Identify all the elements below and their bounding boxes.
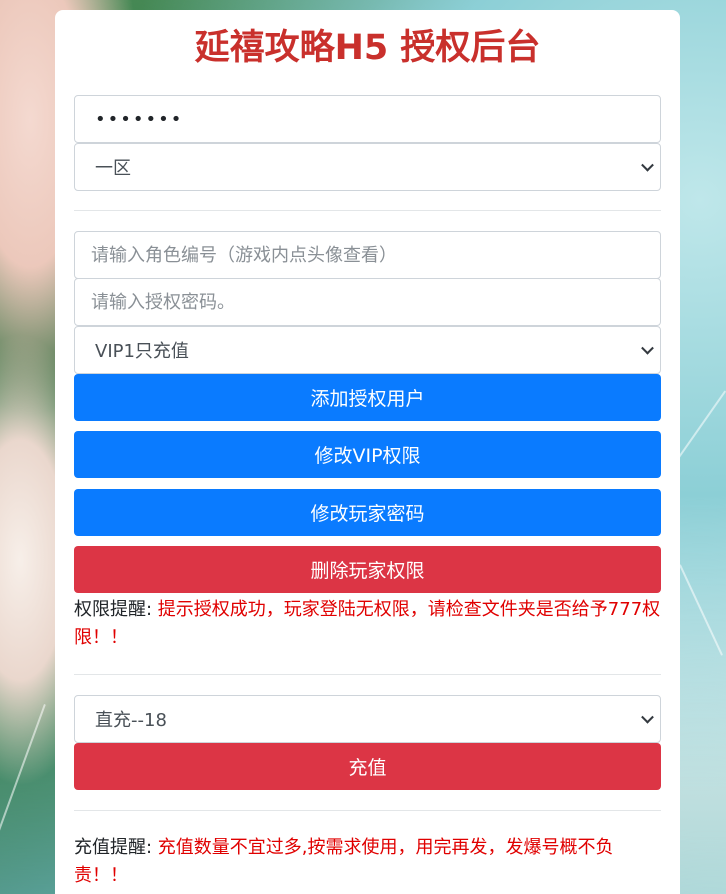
divider [74,210,661,211]
vip-level-select[interactable]: VIP1只充值 [74,326,661,374]
modify-vip-button[interactable]: 修改VIP权限 [74,431,661,478]
recharge-notice-label: 充值提醒: [74,837,158,858]
chevron-down-icon [641,710,654,724]
background-decoration [678,564,724,656]
auth-notice: 权限提醒: 提示授权成功，玩家登陆无权限，请检查文件夹是否给予777权限！！ [74,596,661,652]
role-id-input[interactable] [74,231,661,279]
recharge-amount-select-value: 直充--18 [95,710,167,731]
chevron-down-icon [641,158,654,172]
background-decoration [0,703,46,837]
password-dots: ••••••• [95,108,184,130]
auth-password-input[interactable] [74,278,661,326]
divider [74,810,661,811]
page-title: 延禧攻略H5 授权后台 [194,28,541,68]
recharge-button[interactable]: 充值 [74,743,661,790]
recharge-notice: 充值提醒: 充值数量不宜过多,按需求使用，用完再发，发爆号概不负责！！ [74,834,661,890]
chevron-down-icon [641,341,654,355]
vip-level-select-value: VIP1只充值 [95,341,189,362]
auth-password-input-field[interactable] [91,279,640,325]
admin-password-field[interactable]: ••••••• [74,95,661,143]
modify-player-password-button[interactable]: 修改玩家密码 [74,489,661,536]
add-auth-user-button[interactable]: 添加授权用户 [74,374,661,421]
server-select[interactable]: 一区 [74,143,661,191]
server-select-value: 一区 [95,158,131,179]
delete-player-auth-button[interactable]: 删除玩家权限 [74,546,661,593]
auth-notice-label: 权限提醒: [74,599,158,620]
admin-panel-card: 延禧攻略H5 授权后台 ••••••• 一区 VIP1只充值 添加授权用户 修改… [55,10,680,894]
divider [74,674,661,675]
auth-notice-message: 提示授权成功，玩家登陆无权限，请检查文件夹是否给予777权限！！ [74,599,661,648]
role-id-input-field[interactable] [91,232,640,278]
recharge-amount-select[interactable]: 直充--18 [74,695,661,743]
